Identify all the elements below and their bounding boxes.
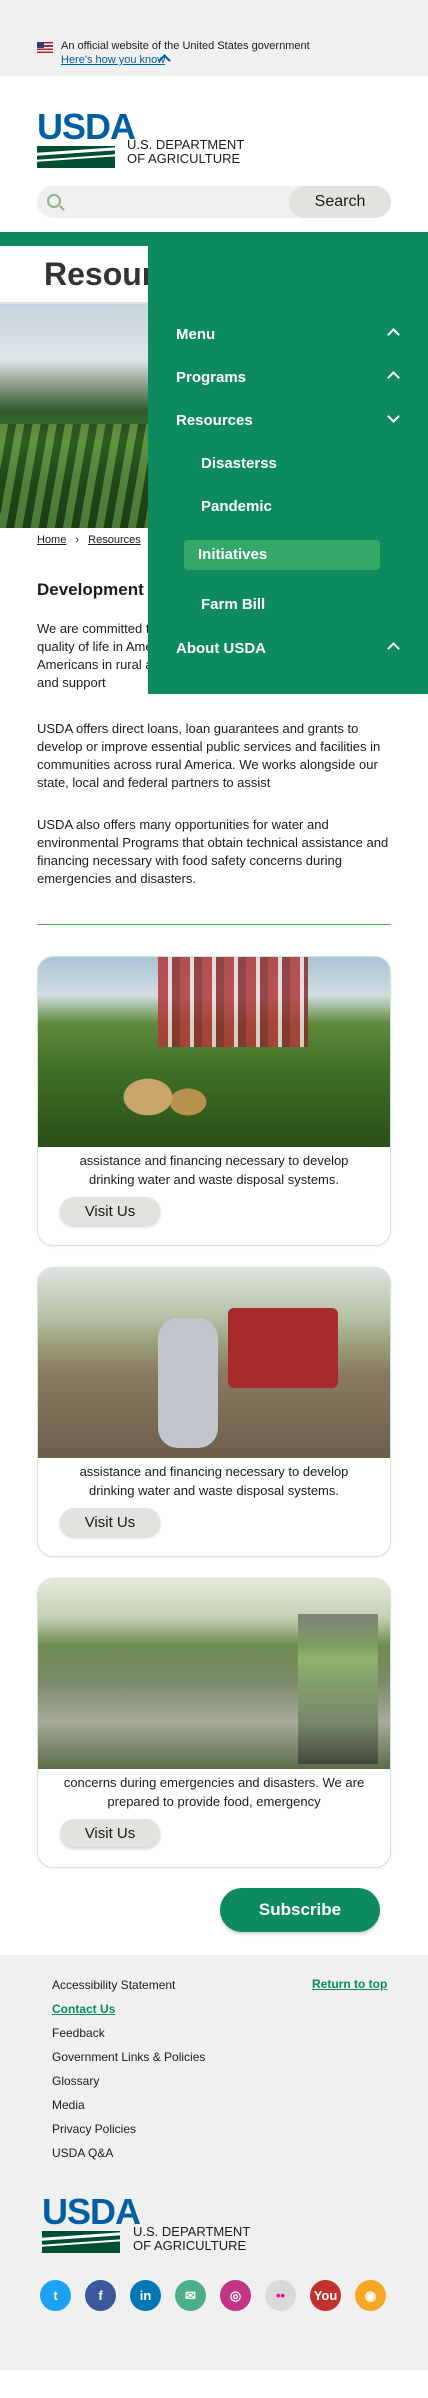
footer: Accessibility Statement Contact Us Feedb…: [0, 1955, 428, 2370]
water-paragraph: USDA also offers many opportunities for …: [37, 817, 389, 886]
footer-links: Accessibility Statement Contact Us Feedb…: [52, 1977, 205, 2169]
card-text: assistance and financing necessary to de…: [79, 1153, 349, 1187]
nav-menu: Menu Programs Resources Disasterss Pande…: [148, 246, 428, 694]
us-flag-icon: [37, 42, 53, 53]
footer-link-accessibility[interactable]: Accessibility Statement: [52, 1977, 205, 2001]
footer-usda-logo[interactable]: USDA: [42, 2194, 141, 2253]
footer-department-name: U.S. DEPARTMENT OF AGRICULTURE: [133, 2224, 251, 2253]
visit-us-button[interactable]: Visit Us: [60, 1197, 160, 1225]
card-text: assistance and financing necessary to de…: [79, 1464, 349, 1498]
search-button[interactable]: Search: [289, 186, 391, 218]
subscribe-button[interactable]: Subscribe: [220, 1888, 380, 1932]
footer-link-media[interactable]: Media: [52, 2097, 205, 2121]
footer-link-privacy[interactable]: Privacy Policies: [52, 2121, 205, 2145]
submenu-item-initiatives[interactable]: Initiatives: [198, 546, 267, 563]
return-to-top-link[interactable]: Return to top: [312, 1977, 387, 1991]
card-text: concerns during emergencies and disaster…: [63, 1775, 365, 1809]
heres-how-you-know-link[interactable]: Here's how you know: [61, 54, 165, 66]
search-icon: [47, 194, 61, 208]
menu-item-about[interactable]: About USDA: [176, 640, 266, 657]
chevron-down-icon[interactable]: [387, 410, 400, 423]
rss-icon[interactable]: ◉: [355, 2280, 386, 2311]
breadcrumb-resources[interactable]: Resources: [88, 534, 141, 546]
menu-item-menu[interactable]: Menu: [176, 326, 215, 343]
header-green-band: [0, 232, 428, 246]
visit-us-button[interactable]: Visit Us: [60, 1508, 160, 1536]
menu-item-resources[interactable]: Resources: [176, 412, 253, 429]
loans-paragraph: USDA offers direct loans, loan guarantee…: [37, 721, 381, 790]
usda-logo-mark: [42, 2231, 120, 2253]
usda-logo-mark: [37, 146, 115, 168]
facebook-icon[interactable]: f: [85, 2280, 116, 2311]
footer-link-government[interactable]: Government Links & Policies: [52, 2049, 205, 2073]
search-bar: Search: [37, 186, 391, 218]
search-input[interactable]: [67, 186, 327, 218]
social-links: t f in ✉ ◎ •• You ◉: [40, 2280, 386, 2311]
submenu-item-disasters[interactable]: Disasterss: [201, 455, 277, 472]
flooded-field-image: [38, 1579, 390, 1769]
youtube-icon[interactable]: You: [310, 2280, 341, 2311]
gov-banner-text: An official website of the United States…: [61, 40, 310, 52]
hero-image: [0, 304, 148, 528]
linkedin-icon[interactable]: in: [130, 2280, 161, 2311]
footer-link-contact[interactable]: Contact Us: [52, 2001, 205, 2025]
visit-us-button[interactable]: Visit Us: [60, 1819, 160, 1847]
content-divider: [37, 924, 391, 925]
department-name: U.S. DEPARTMENT OF AGRICULTURE: [127, 137, 245, 166]
email-icon[interactable]: ✉: [175, 2280, 206, 2311]
footer-link-feedback[interactable]: Feedback: [52, 2025, 205, 2049]
chevron-up-icon[interactable]: [387, 371, 400, 384]
footer-link-qa[interactable]: USDA Q&A: [52, 2145, 205, 2169]
breadcrumb-separator-icon: ›: [75, 534, 80, 546]
breadcrumb-home[interactable]: Home: [37, 534, 66, 546]
usda-logo[interactable]: USDA: [37, 109, 136, 168]
submenu-item-pandemic[interactable]: Pandemic: [201, 498, 272, 515]
program-card: assistance and financing necessary to de…: [37, 1267, 391, 1557]
program-card: assistance and financing necessary to de…: [37, 956, 391, 1246]
field-worker-image: [38, 1268, 390, 1458]
chevron-up-icon[interactable]: [387, 642, 400, 655]
gov-banner: An official website of the United States…: [0, 0, 428, 76]
footer-link-glossary[interactable]: Glossary: [52, 2073, 205, 2097]
menu-item-programs[interactable]: Programs: [176, 369, 246, 386]
instagram-icon[interactable]: ◎: [220, 2280, 251, 2311]
section-title: Development: [37, 580, 144, 599]
twitter-icon[interactable]: t: [40, 2280, 71, 2311]
program-card: concerns during emergencies and disaster…: [37, 1578, 391, 1868]
submenu-item-farm-bill[interactable]: Farm Bill: [201, 596, 265, 613]
flickr-icon[interactable]: ••: [265, 2280, 296, 2311]
potato-harvest-image: [38, 957, 390, 1147]
breadcrumb: Home › Resources ›: [37, 534, 159, 546]
chevron-up-icon[interactable]: [387, 328, 400, 341]
